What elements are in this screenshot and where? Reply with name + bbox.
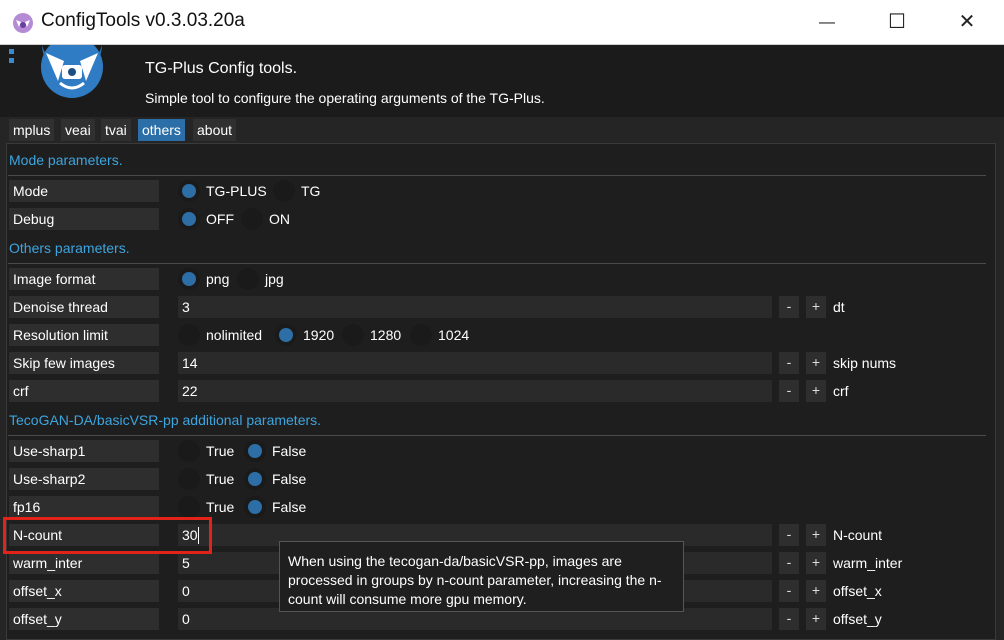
radio-label-true: True [206, 499, 235, 515]
radio-label-png: png [206, 271, 230, 287]
radio-label-true: True [206, 471, 235, 487]
n-count-tooltip: When using the tecogan-da/basicVSR-pp, i… [279, 541, 684, 612]
offset-x-unit: offset_x [833, 583, 882, 599]
divider [8, 263, 986, 264]
radio-format-png[interactable] [178, 268, 200, 290]
crf-input[interactable]: 22 [178, 380, 772, 402]
n-count-increment-button[interactable]: + [806, 524, 826, 546]
radio-label-tg: TG [301, 183, 321, 199]
crf-decrement-button[interactable]: - [779, 380, 799, 402]
denoise-thread-increment-button[interactable]: + [806, 296, 826, 318]
label-use-sharp1: Use-sharp1 [9, 440, 159, 462]
radio-res-1280[interactable] [342, 324, 364, 346]
label-offset-x: offset_x [9, 580, 159, 602]
label-image-format: Image format [9, 268, 159, 290]
label-warm-inter: warm_inter [9, 552, 159, 574]
denoise-thread-unit: dt [833, 299, 845, 315]
skip-few-images-unit: skip nums [833, 355, 897, 371]
warm-inter-unit: warm_inter [833, 555, 903, 571]
highlight-box [3, 517, 212, 554]
skip-few-images-decrement-button[interactable]: - [779, 352, 799, 374]
section-title-tecogan: TecoGAN-DA/basicVSR-pp additional parame… [9, 412, 322, 428]
minimize-button[interactable]: — [792, 0, 862, 45]
radio-debug-off[interactable] [178, 208, 200, 230]
crf-increment-button[interactable]: + [806, 380, 826, 402]
radio-res-nolimited[interactable] [178, 324, 200, 346]
divider [8, 175, 986, 176]
label-resolution-limit: Resolution limit [9, 324, 159, 346]
tgplus-logo [40, 45, 104, 100]
radio-label-on: ON [269, 211, 290, 227]
radio-label-nolimited: nolimited [206, 327, 263, 343]
section-title-others: Others parameters. [9, 240, 130, 256]
radio-debug-on[interactable] [241, 208, 263, 230]
radio-mode-tgplus[interactable] [178, 180, 200, 202]
title-bar: ConfigTools v0.3.03.20a — ☐ ✕ [0, 0, 1004, 45]
denoise-thread-decrement-button[interactable]: - [779, 296, 799, 318]
radio-label-false: False [272, 471, 307, 487]
drag-handle-icon[interactable] [9, 49, 14, 63]
radio-sharp2-true[interactable] [178, 468, 200, 490]
n-count-unit: N-count [833, 527, 883, 543]
divider [8, 435, 986, 436]
radio-label-jpg: jpg [265, 271, 284, 287]
radio-sharp2-false[interactable] [244, 468, 266, 490]
warm-inter-increment-button[interactable]: + [806, 552, 826, 574]
radio-format-jpg[interactable] [237, 268, 259, 290]
label-crf: crf [9, 380, 159, 402]
app-icon [13, 13, 33, 33]
crf-unit: crf [833, 383, 849, 399]
radio-res-1024[interactable] [410, 324, 432, 346]
offset-x-decrement-button[interactable]: - [779, 580, 799, 602]
radio-mode-tg[interactable] [273, 180, 295, 202]
offset-y-unit: offset_y [833, 611, 882, 627]
label-fp16: fp16 [9, 496, 159, 518]
tab-others[interactable]: others [138, 119, 185, 141]
tab-about[interactable]: about [193, 119, 237, 141]
window-title: ConfigTools v0.3.03.20a [41, 10, 245, 31]
radio-label-tgplus: TG-PLUS [206, 183, 267, 199]
header-title: TG-Plus Config tools. [145, 60, 298, 77]
label-skip-few-images: Skip few images [9, 352, 159, 374]
radio-sharp1-false[interactable] [244, 440, 266, 462]
radio-fp16-true[interactable] [178, 496, 200, 518]
n-count-decrement-button[interactable]: - [779, 524, 799, 546]
radio-sharp1-true[interactable] [178, 440, 200, 462]
tab-veai[interactable]: veai [61, 119, 95, 141]
radio-label-false: False [272, 443, 307, 459]
radio-res-1920[interactable] [275, 324, 297, 346]
label-debug: Debug [9, 208, 159, 230]
tab-mplus[interactable]: mplus [9, 119, 55, 141]
label-denoise-thread: Denoise thread [9, 296, 159, 318]
tab-tvai[interactable]: tvai [101, 119, 131, 141]
label-offset-y: offset_y [9, 608, 159, 630]
header-description: Simple tool to configure the operating a… [145, 90, 545, 106]
warm-inter-decrement-button[interactable]: - [779, 552, 799, 574]
skip-few-images-input[interactable]: 14 [178, 352, 772, 374]
close-button[interactable]: ✕ [932, 0, 1002, 45]
offset-x-increment-button[interactable]: + [806, 580, 826, 602]
text-cursor [198, 527, 199, 544]
radio-label-1024: 1024 [438, 327, 470, 343]
offset-y-decrement-button[interactable]: - [779, 608, 799, 630]
radio-label-true: True [206, 443, 235, 459]
label-mode: Mode [9, 180, 159, 202]
app-header: TG-Plus Config tools. Simple tool to con… [0, 45, 1004, 117]
maximize-button[interactable]: ☐ [862, 0, 932, 45]
denoise-thread-input[interactable]: 3 [178, 296, 772, 318]
radio-fp16-false[interactable] [244, 496, 266, 518]
skip-few-images-increment-button[interactable]: + [806, 352, 826, 374]
label-use-sharp2: Use-sharp2 [9, 468, 159, 490]
radio-label-false: False [272, 499, 307, 515]
section-title-mode: Mode parameters. [9, 152, 123, 168]
radio-label-off: OFF [206, 211, 234, 227]
offset-y-increment-button[interactable]: + [806, 608, 826, 630]
radio-label-1920: 1920 [303, 327, 335, 343]
radio-label-1280: 1280 [370, 327, 402, 343]
